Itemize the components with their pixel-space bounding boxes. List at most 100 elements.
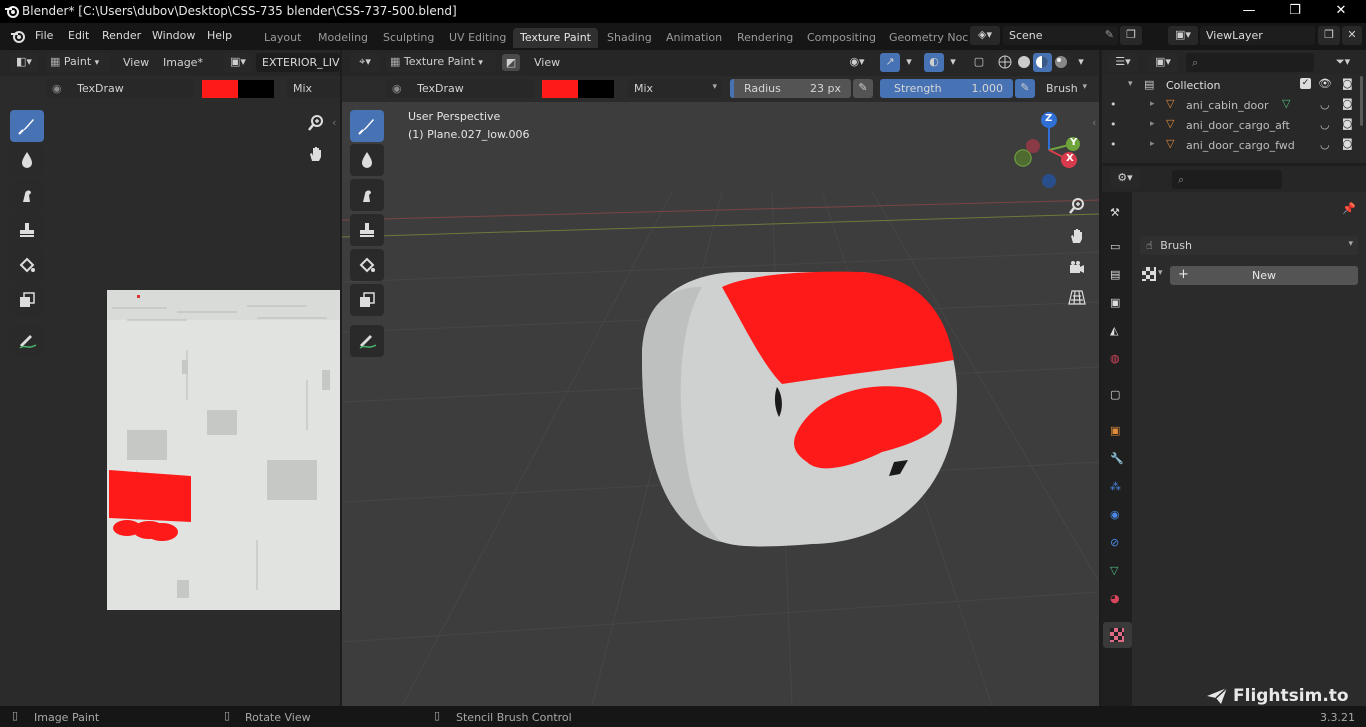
outliner-collection-row[interactable]: ▾ ▤ Collection ✓ 👁 ◙ [1102,76,1366,96]
modifier-tab-icon[interactable]: 🔧 [1110,452,1124,465]
outliner-item-row[interactable]: • ▸ ▽ ani_door_cargo_aft ◡ ◙ [1102,116,1366,136]
overlay-dropdown-icon[interactable]: ▾ [946,53,960,72]
tab-layout[interactable]: Layout [257,28,308,48]
particles-tab-icon[interactable]: ⁂ [1110,480,1121,493]
row-expand-icon[interactable]: ▸ [1150,99,1155,109]
paint-mode-dropdown[interactable]: ▦ Paint ▾ [46,53,110,72]
view-layer-selector-icon[interactable]: ▣▾ [1168,26,1198,45]
menu-edit[interactable]: Edit [68,29,89,42]
brush-selector[interactable]: ◉ TexDraw [46,79,194,98]
outliner-editor-type-icon[interactable]: ☰▾ [1108,53,1138,72]
scene-tab-icon[interactable]: ◭ [1110,324,1118,337]
view-layer-name-field[interactable]: ViewLayer [1200,26,1315,45]
object-tab-icon[interactable]: ▣ [1110,424,1120,437]
render-camera-icon[interactable]: ◙ [1342,137,1353,150]
vp-mask-tool-button[interactable] [350,284,384,316]
scene-name-field[interactable]: Scene ✎ [1003,26,1118,45]
tab-compositing[interactable]: Compositing [800,28,883,48]
outliner-scrollbar[interactable] [1360,76,1363,126]
material-shading-button[interactable] [1033,53,1052,72]
vp-camera-button[interactable] [1064,254,1090,280]
primary-color-swatch[interactable] [202,80,238,98]
sidebar-toggle-icon[interactable]: ‹ [332,116,336,129]
vp-soften-tool-button[interactable] [350,144,384,176]
new-texture-button[interactable]: + New [1170,266,1358,285]
solid-shading-icon[interactable] [1017,55,1031,69]
view-menu[interactable]: View [123,56,149,69]
properties-pin-icon[interactable]: 📌 [1342,202,1356,215]
menu-file[interactable]: File [35,29,53,42]
vp-fill-tool-button[interactable] [350,249,384,281]
remove-view-layer-icon[interactable]: ✕ [1342,26,1362,45]
radius-pressure-icon[interactable]: ✎ [853,79,873,98]
properties-editor[interactable]: ⚙▾ ⌕ ⚒ ▭ ▤ ▣ ◭ ◍ ▢ ▣ 🔧 ⁂ ◉ ⊘ ▽ ◕ 📌 ☝ Bru… [1102,166,1366,706]
image-name-field[interactable]: EXTERIOR_LIVE [256,53,340,72]
image-menu[interactable]: Image* [163,56,203,69]
soften-tool-button[interactable] [10,144,44,176]
row-expand-icon[interactable]: ▸ [1150,139,1155,149]
filter-icon[interactable]: ⏷▾ [1326,53,1360,72]
mask-toggle-icon[interactable]: ◩ [502,54,520,71]
blender-menu-icon[interactable] [10,28,26,44]
tab-animation[interactable]: Animation [659,28,729,48]
blend-mode-dropdown[interactable]: Mix [287,79,340,98]
viewport-blend-dropdown[interactable]: Mix ▾ [628,79,722,98]
properties-editor-type-icon[interactable]: ⚙▾ [1110,169,1140,188]
viewport-brush-selector[interactable]: ◉ TexDraw [386,79,534,98]
collection-expand-icon[interactable]: ▾ [1128,79,1133,89]
texture-tab-button[interactable] [1103,622,1132,648]
tab-sculpting[interactable]: Sculpting [376,28,441,48]
collection-checkbox[interactable]: ✓ [1300,78,1311,89]
viewport-primary-color[interactable] [542,80,578,98]
rendered-shading-icon[interactable] [1054,55,1068,69]
world-tab-icon[interactable]: ◍ [1110,352,1120,365]
tool-tab-icon[interactable]: ⚒ [1110,206,1120,219]
menu-render[interactable]: Render [102,29,141,42]
viewport-view-menu[interactable]: View [534,56,560,69]
tab-uv-editing[interactable]: UV Editing [442,28,513,48]
strength-pressure-icon[interactable]: ✎ [1015,79,1035,98]
radius-slider[interactable]: Radius 23 px [730,79,851,98]
vp-annotate-tool-button[interactable] [350,325,384,357]
visibility-eye-icon[interactable]: 👁 [1318,77,1332,90]
zoom-view-button[interactable] [303,110,329,136]
image-editor[interactable]: ◧▾ ▦ Paint ▾ View Image* ▣▾ EXTERIOR_LIV… [0,50,340,706]
vp-smear-tool-button[interactable] [350,179,384,211]
tab-geometry-nodes[interactable]: Geometry Noc [882,28,975,48]
gizmo-toggle-icon[interactable]: ↗ [880,53,900,72]
brush-panel-dropdown[interactable]: ☝ Brush ▾ [1140,236,1358,255]
vp-pan-button[interactable] [1064,223,1090,249]
tab-rendering[interactable]: Rendering [730,28,800,48]
scene-selector-icon[interactable]: ◈▾ [970,26,1000,45]
menu-help[interactable]: Help [207,29,232,42]
outliner-item-row[interactable]: • ▸ ▽ ani_cabin_door ▽ ◡ ◙ [1102,96,1366,116]
outliner-search-field[interactable]: ⌕ [1186,53,1314,72]
constraints-tab-icon[interactable]: ⊘ [1110,536,1119,549]
tab-texture-paint[interactable]: Texture Paint [513,28,598,48]
vp-sidebar-toggle-icon[interactable]: ‹ [1092,116,1096,129]
close-button[interactable]: ✕ [1318,0,1364,23]
gizmo-dropdown-icon[interactable]: ▾ [902,53,916,72]
viewport-secondary-color[interactable] [578,80,614,98]
view-layer-tab-icon[interactable]: ▣ [1110,296,1120,309]
3d-viewport[interactable]: ⌖▾ ▦ Texture Paint ▾ ◩ View ◉▾ ↗ ▾ ◐ ▾ ▢… [342,50,1099,706]
texture-image[interactable] [107,290,340,610]
hidden-eye-icon[interactable]: ◡ [1320,138,1330,151]
data-tab-icon[interactable]: ▽ [1110,564,1118,577]
vp-perspective-toggle-button[interactable] [1064,284,1090,310]
outliner-item-row[interactable]: • ▸ ▽ ani_door_cargo_fwd ◡ ◙ [1102,136,1366,156]
render-camera-icon[interactable]: ◙ [1342,97,1353,110]
minimize-button[interactable]: — [1226,0,1272,23]
editor-type-icon[interactable]: ◧▾ [10,53,38,72]
shading-dropdown-icon[interactable]: ▾ [1074,53,1088,72]
secondary-color-swatch[interactable] [238,80,274,98]
texture-preview-icon[interactable] [1142,267,1158,283]
new-view-layer-icon[interactable]: ❐ [1318,26,1340,45]
display-mode-icon[interactable]: ▣▾ [1148,53,1178,72]
tab-modeling[interactable]: Modeling [311,28,375,48]
strength-slider[interactable]: Strength 1.000 [880,79,1013,98]
visibility-selector-icon[interactable]: ◉▾ [842,53,872,72]
render-camera-icon[interactable]: ◙ [1342,77,1353,90]
fill-tool-button[interactable] [10,249,44,281]
hidden-eye-icon[interactable]: ◡ [1320,98,1330,111]
